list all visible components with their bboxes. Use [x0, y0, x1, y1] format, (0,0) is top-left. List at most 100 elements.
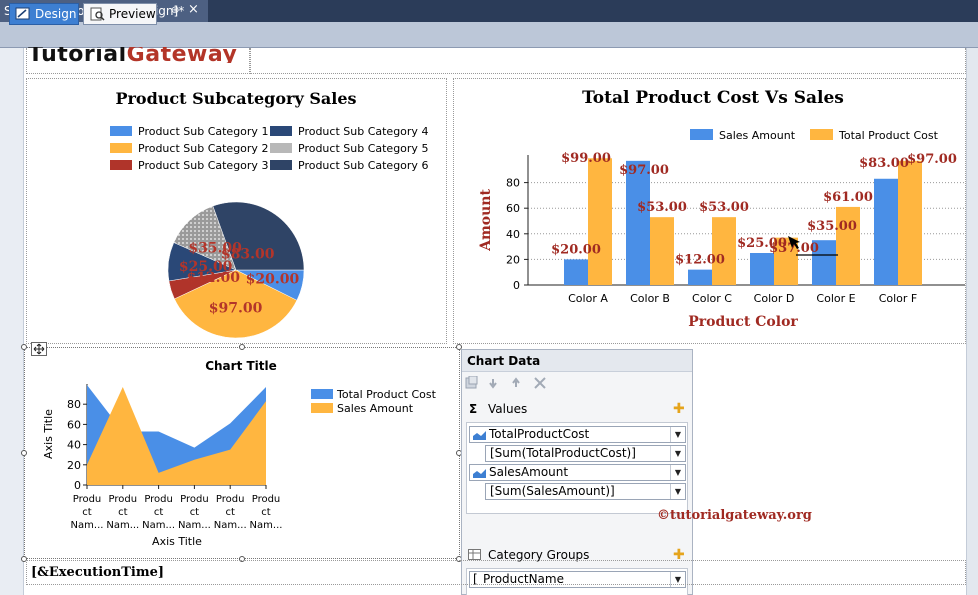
bar-x-tick-label: Color F — [879, 292, 918, 305]
area-series — [87, 385, 266, 485]
area-x-tick-label: ct — [261, 507, 270, 518]
bar-y-axis-title: Amount — [478, 189, 494, 252]
area-chart-title: Chart Title — [205, 359, 277, 373]
area-x-tick-label: Produ — [180, 494, 209, 505]
bar-x-tick-label: Color B — [630, 292, 670, 305]
pie-data-label: $83.00 — [221, 246, 275, 262]
area-x-tick-label: Nam... — [250, 520, 283, 531]
area-x-tick-label: Nam... — [71, 520, 104, 531]
vertical-scrollbar[interactable] — [966, 48, 978, 595]
watermark-text: ©tutorialgateway.org — [657, 508, 812, 523]
area-x-tick-label: Nam... — [106, 520, 139, 531]
bar-data-label: $97.00 — [619, 163, 669, 178]
chart-data-panel[interactable]: Chart Data Σ Values ✚ TotalProductCost ▼… — [461, 349, 693, 595]
value-expression-totalproductcost[interactable]: [Sum(TotalProductCost)] ▼ — [485, 445, 686, 462]
area-x-tick-label: Produ — [216, 494, 245, 505]
bar-data-label: $97.00 — [907, 152, 957, 167]
bar — [564, 259, 588, 285]
bar-data-label: $61.00 — [823, 190, 873, 205]
pie-legend-label: Product Sub Category 1 — [138, 125, 268, 138]
area-x-tick-label: Produ — [73, 494, 102, 505]
area-legend-label: Sales Amount — [337, 402, 414, 415]
area-legend-swatch — [311, 403, 333, 413]
area-x-tick-label: ct — [82, 507, 91, 518]
bar-y-tick-label: 40 — [506, 228, 520, 241]
dropdown-arrow-icon[interactable]: ▼ — [670, 446, 685, 461]
move-down-icon[interactable] — [489, 379, 497, 389]
pie-data-label: $20.00 — [246, 272, 300, 288]
bar-data-label: $53.00 — [637, 200, 687, 215]
bar — [650, 217, 674, 285]
pie-legend-swatch — [110, 160, 132, 170]
bar — [750, 253, 774, 285]
pie-legend: Product Sub Category 1 Product Sub Catego… — [110, 125, 428, 172]
bar-legend: Sales Amount Total Product Cost — [690, 129, 939, 142]
area-y-tick-label: 20 — [67, 459, 81, 472]
tab-design-label: Design — [35, 7, 77, 21]
area-legend-swatch — [311, 389, 333, 399]
pin-icon[interactable]: ⊕ — [171, 0, 179, 22]
value-field-totalproductcost[interactable]: TotalProductCost ▼ — [469, 426, 686, 443]
bar-data-label: $83.00 — [859, 156, 909, 171]
pie-legend-label: Product Sub Category 6 — [298, 159, 428, 172]
values-list: TotalProductCost ▼ [Sum(TotalProductCost… — [466, 422, 688, 514]
bar-y-tick-label: 60 — [506, 202, 520, 215]
area-series-icon — [473, 469, 486, 478]
value-field-salesamount[interactable]: SalesAmount ▼ — [469, 464, 686, 481]
move-up-icon[interactable] — [512, 377, 520, 387]
preview-icon — [90, 7, 105, 21]
tab-preview[interactable]: Preview — [83, 3, 157, 25]
execution-time-textbox[interactable]: [&ExecutionTime] — [28, 563, 198, 583]
chart-data-title: Chart Data — [462, 350, 692, 372]
dropdown-arrow-icon[interactable]: ▼ — [670, 465, 685, 480]
bar-data-label: $53.00 — [699, 200, 749, 215]
chart-data-toolbar — [462, 372, 692, 394]
bar-legend-label: Sales Amount — [719, 129, 796, 142]
dropdown-arrow-icon[interactable]: ▼ — [670, 427, 685, 442]
area-x-tick-label: Produ — [252, 494, 281, 505]
pie-legend-label: Product Sub Category 5 — [298, 142, 428, 155]
delete-icon[interactable] — [534, 377, 546, 389]
bar — [712, 217, 736, 285]
area-y-tick-label: 60 — [67, 418, 81, 431]
area-x-tick-label: Produ — [109, 494, 138, 505]
bar — [588, 158, 612, 285]
area-chart[interactable]: Chart Title Total Product CostSales Amou… — [24, 347, 460, 559]
bar-data-label: $20.00 — [551, 242, 601, 257]
area-y-tick-label: 40 — [67, 439, 81, 452]
area-series-icon — [473, 431, 486, 440]
dropdown-arrow-icon[interactable]: ▼ — [670, 484, 685, 499]
header-textbox-frame[interactable] — [250, 48, 966, 74]
bar-x-axis-title: Product Color — [688, 314, 798, 330]
bar-data-label: $12.00 — [675, 253, 725, 268]
value-field-label: TotalProductCost — [489, 427, 590, 441]
bar-x-tick-label: Color A — [568, 292, 608, 305]
pie-legend-label: Product Sub Category 4 — [298, 125, 428, 138]
properties-icon[interactable] — [465, 376, 478, 389]
values-section-header: Σ Values ✚ — [462, 399, 692, 419]
view-mode-bar — [0, 22, 978, 48]
bar-chart[interactable]: Total Product Cost Vs Sales Sales Amount… — [453, 78, 966, 344]
area-x-tick-label: ct — [154, 507, 163, 518]
pie-legend-swatch — [110, 126, 132, 136]
add-value-icon[interactable]: ✚ — [673, 399, 685, 419]
pie-chart-title: Product Subcategory Sales — [115, 89, 356, 108]
logo-text-part2: Gateway — [126, 47, 238, 63]
value-expression-label: [Sum(SalesAmount)] — [490, 484, 615, 498]
bar — [626, 160, 650, 285]
value-expression-salesamount[interactable]: [Sum(SalesAmount)] ▼ — [485, 483, 686, 500]
area-x-tick-label: Nam... — [178, 520, 211, 531]
bar-x-tick-label: Color C — [692, 292, 732, 305]
design-icon — [15, 7, 30, 20]
bar-series — [564, 158, 922, 285]
area-legend-label: Total Product Cost — [336, 388, 437, 401]
tab-design[interactable]: Design — [9, 3, 79, 25]
area-legend: Total Product CostSales Amount — [311, 388, 437, 415]
bar — [874, 178, 898, 285]
area-x-tick-label: ct — [190, 507, 199, 518]
tab-preview-label: Preview — [109, 7, 156, 21]
area-x-tick-label: Nam... — [214, 520, 247, 531]
close-icon[interactable]: × — [188, 0, 199, 21]
pie-data-label: $97.00 — [209, 300, 263, 316]
pie-chart[interactable]: Product Subcategory Sales Product Sub Ca… — [26, 78, 447, 344]
